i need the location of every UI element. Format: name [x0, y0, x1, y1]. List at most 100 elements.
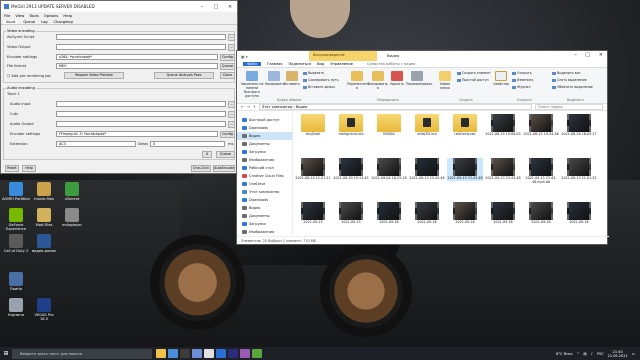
taskbar-search[interactable]: Введите здесь текст для поиска: [12, 348, 152, 359]
taskbar-app-icon[interactable]: [216, 349, 226, 358]
file-item[interactable]: ufaej3D.vcx: [409, 114, 445, 137]
menu-file[interactable]: File: [4, 13, 10, 18]
desktop-icon[interactable]: uTorrent: [58, 182, 86, 201]
tab-queue[interactable]: Queue: [23, 20, 35, 24]
reopen-preview-button[interactable]: Reopen Video Preview: [64, 72, 124, 79]
help-button[interactable]: Help: [22, 165, 36, 172]
forward-icon[interactable]: →: [247, 105, 250, 109]
desktop-icon[interactable]: Mod-Files: [30, 208, 58, 227]
desktop-icon[interactable]: GeForce Experience: [2, 208, 30, 231]
desktop-icon[interactable]: movie-files: [30, 182, 58, 201]
file-item[interactable]: 2021-09-15: [333, 202, 369, 225]
audio-queue-button[interactable]: Queue: [216, 151, 235, 158]
desktop-icon[interactable]: видео-ролик: [30, 234, 58, 253]
notifications-icon[interactable]: ▭: [632, 352, 635, 356]
nav-item[interactable]: Creative Cloud Files: [237, 172, 292, 180]
file-item[interactable]: 2021-09-16: [561, 202, 597, 225]
clock[interactable]: 21:40 21.09.2021: [608, 350, 628, 358]
file-item[interactable]: 2021-08-30 19-13-45: [333, 158, 369, 181]
network-icon[interactable]: ▤: [583, 352, 586, 356]
copy-path-button[interactable]: Скопировать путь: [303, 78, 339, 82]
avisynth-browse-button[interactable]: …: [228, 34, 235, 41]
rename-button[interactable]: Переименовать: [406, 71, 432, 86]
language-indicator[interactable]: РУС: [597, 352, 604, 356]
clone-button[interactable]: Clone: [220, 72, 235, 79]
volume-icon[interactable]: ♪: [591, 352, 593, 356]
avisynth-input[interactable]: [56, 34, 226, 40]
nav-item[interactable]: Быстрый доступ: [237, 116, 292, 124]
queue-analysis-button[interactable]: Queue Analysis Pass: [154, 72, 214, 79]
tab-changelog[interactable]: Changelog: [54, 20, 73, 24]
file-item[interactable]: 2021-08-29 22-07-21: [295, 158, 331, 181]
tab-input[interactable]: Input: [4, 19, 18, 24]
audio-input-field[interactable]: [56, 101, 226, 107]
video-output-browse-button[interactable]: …: [228, 44, 235, 51]
nav-item[interactable]: Видео: [237, 132, 292, 140]
nav-item[interactable]: Изображения: [237, 228, 292, 236]
file-item[interactable]: 2021-08-25 19-34-36: [523, 114, 559, 137]
new-item-button[interactable]: Создать элемент: [457, 71, 491, 75]
up-icon[interactable]: ↑: [253, 105, 256, 109]
file-format-select[interactable]: MKV: [56, 63, 218, 69]
select-all-button[interactable]: Выделить все: [552, 71, 580, 75]
easy-access-button[interactable]: Простой доступ: [457, 78, 489, 82]
video-config-button[interactable]: Config: [220, 54, 235, 61]
file-item[interactable]: 2021-08-19 19-08-03: [485, 114, 521, 137]
taskbar-app-icon[interactable]: [156, 349, 166, 358]
encoder-settings-select[interactable]: x264: *scratchpad*: [56, 54, 218, 60]
file-item[interactable]: 2021-09-13 23-43-48: [409, 158, 445, 181]
desktop-icon[interactable]: ПоиНо: [2, 272, 30, 291]
menu-tools[interactable]: Tools: [29, 13, 38, 18]
file-item[interactable]: 2021-09-04 18-25-18: [371, 158, 407, 181]
pin-button[interactable]: Закрепить на панели быстрого доступа: [240, 71, 264, 98]
file-item[interactable]: 2021-09-13 21-01-32: [561, 158, 597, 181]
audio-encoder-select[interactable]: FFmpeg AC-3: *scratchpad*: [56, 131, 218, 137]
explorer-close-icon[interactable]: ×: [599, 52, 603, 58]
video-output-input[interactable]: [56, 44, 226, 50]
open-button[interactable]: Открыть: [512, 71, 532, 75]
file-item[interactable]: 2021-09-16: [409, 202, 445, 225]
taskbar-app-icon[interactable]: [192, 349, 202, 358]
tab-file[interactable]: Файл: [243, 62, 261, 66]
audio-config-button[interactable]: Config: [220, 131, 235, 138]
nav-item[interactable]: Загрузки: [237, 220, 292, 228]
weather-status[interactable]: 8°C Ясно: [556, 352, 572, 356]
autoencode-button[interactable]: AutoEncode: [213, 165, 235, 172]
file-item[interactable]: 2021-09-16: [371, 202, 407, 225]
nav-item[interactable]: OneDrive: [237, 180, 292, 188]
nav-item[interactable]: Видео: [237, 204, 292, 212]
nav-item[interactable]: Downloads: [237, 124, 292, 132]
paste-button[interactable]: Вставить: [284, 71, 300, 86]
close-icon[interactable]: ×: [223, 1, 237, 12]
reset-button[interactable]: Reset: [5, 165, 19, 172]
taskbar-app-icon[interactable]: [168, 349, 178, 358]
context-tab-label[interactable]: Воспроизведение: [313, 53, 345, 57]
change-button[interactable]: Изменить: [512, 78, 533, 82]
nav-item[interactable]: Загрузки: [237, 148, 292, 156]
file-item[interactable]: reAOsnw.xac: [447, 114, 483, 137]
file-item[interactable]: 2021-09-13 23-43-48: [485, 158, 521, 181]
delay-input[interactable]: 0: [150, 141, 225, 147]
back-icon[interactable]: ←: [241, 105, 244, 109]
cuts-browse-button[interactable]: …: [228, 111, 235, 118]
add-prerender-checkbox[interactable]: ☐ Add pre-rendering job: [7, 74, 51, 78]
file-item[interactable]: 2021-09-16: [485, 202, 521, 225]
nav-item[interactable]: Downloads: [237, 196, 292, 204]
audio-output-browse-button[interactable]: …: [228, 121, 235, 128]
copy-button[interactable]: Копировать: [265, 71, 285, 86]
desktop-icon[interactable]: Call of Duty 2: [2, 234, 30, 253]
file-item[interactable]: 2021-09-15: [295, 202, 331, 225]
oneclick-button[interactable]: One-Click: [191, 165, 211, 172]
copy-to-button[interactable]: Копировать в: [368, 71, 388, 90]
taskbar-app-icon[interactable]: [228, 349, 238, 358]
delete-button[interactable]: Удалить: [389, 71, 405, 86]
new-folder-button[interactable]: Новая папка: [435, 71, 455, 90]
select-none-button[interactable]: Снять выделение: [552, 78, 587, 82]
nav-item[interactable]: Изображения: [237, 156, 292, 164]
search-input[interactable]: Поиск: Видео: [535, 104, 603, 110]
taskbar-app-icon[interactable]: [252, 349, 262, 358]
menu-view[interactable]: View: [15, 13, 24, 18]
minimize-icon[interactable]: –: [195, 1, 209, 12]
video-queue-button[interactable]: Queue: [220, 63, 235, 70]
address-bar[interactable]: Этот компьютер › Видео: [258, 104, 532, 110]
